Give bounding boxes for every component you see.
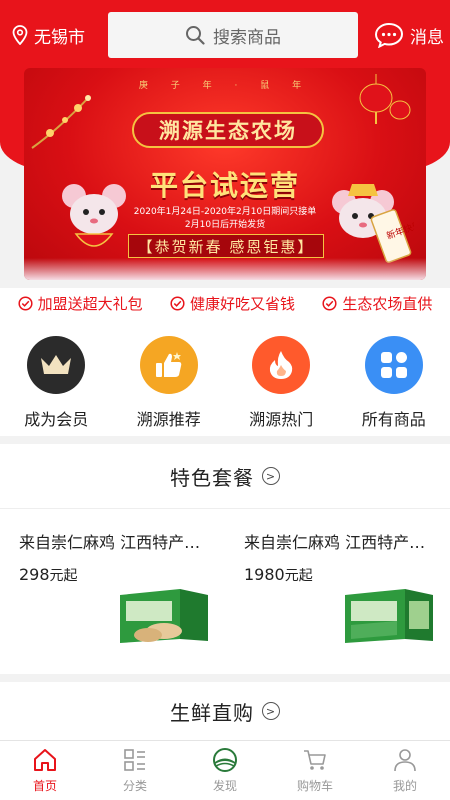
tab-label: 分类 bbox=[122, 779, 147, 793]
fresh-title-row[interactable]: 生鲜直购 > bbox=[0, 682, 450, 740]
package-price: 298元起 bbox=[19, 565, 225, 585]
tab-category[interactable]: 分类 bbox=[90, 741, 180, 800]
package-price-value: 1980 bbox=[244, 565, 285, 584]
promo-banner[interactable]: 庚 子 年 · 鼠 年 溯源生态农场 平台试运营 2020年1月24日-2020… bbox=[24, 68, 426, 280]
featured-title: 特色套餐 bbox=[170, 465, 254, 490]
grid-icon bbox=[380, 352, 407, 378]
gift-box-image bbox=[345, 589, 433, 643]
category-label: 溯源热门 bbox=[249, 410, 314, 429]
check-circle-icon bbox=[18, 295, 33, 311]
banner-slogan: 【恭贺新春 感恩钜惠】 bbox=[128, 234, 324, 258]
category-recommend[interactable]: 溯源推荐 bbox=[119, 336, 219, 436]
featured-title-row[interactable]: 特色套餐 > bbox=[0, 444, 450, 508]
category-icon-circle bbox=[27, 336, 86, 394]
benefit-item: 健康好吃又省钱 bbox=[170, 293, 295, 314]
user-icon bbox=[394, 749, 416, 772]
mouse-mascot-right: 新年快乐 bbox=[332, 184, 414, 263]
category-label: 所有商品 bbox=[361, 410, 426, 429]
fresh-section-header: 生鲜直购 > bbox=[0, 682, 450, 740]
featured-section-header: 特色套餐 > bbox=[0, 444, 450, 508]
top-bar: 无锡市 搜索商品 消息 bbox=[0, 8, 450, 62]
location-pin-icon bbox=[12, 25, 28, 45]
check-circle-icon bbox=[170, 295, 185, 311]
package-card[interactable]: 来自崇仁麻鸡 江西特产… 1980元起 bbox=[225, 509, 450, 675]
package-name: 来自崇仁麻鸡 江西特产… bbox=[19, 533, 201, 552]
messages-button[interactable]: 消息 bbox=[374, 22, 444, 48]
home-icon bbox=[34, 749, 56, 771]
crown-icon bbox=[41, 355, 72, 374]
category-label: 溯源推荐 bbox=[136, 410, 201, 429]
benefit-label: 健康好吃又省钱 bbox=[189, 294, 295, 313]
package-name: 来自崇仁麻鸡 江西特产… bbox=[244, 533, 426, 552]
benefit-label: 生态农场直供 bbox=[342, 294, 433, 313]
category-icon-circle bbox=[139, 336, 198, 394]
chat-bubble-icon bbox=[374, 22, 404, 48]
fresh-title: 生鲜直购 bbox=[170, 700, 254, 725]
cart-icon bbox=[304, 750, 326, 770]
benefit-item: 生态农场直供 bbox=[322, 293, 432, 314]
chevron-right-icon: > bbox=[262, 702, 280, 720]
tab-label: 购物车 bbox=[296, 779, 333, 793]
benefit-item: 加盟送超大礼包 bbox=[18, 293, 143, 314]
check-circle-icon bbox=[322, 295, 337, 311]
banner-plaque: 溯源生态农场 bbox=[132, 112, 324, 148]
package-list: 来自崇仁麻鸡 江西特产… 298元起 来自崇仁麻鸡 江西特产… 1980元起 bbox=[0, 508, 450, 674]
search-placeholder: 搜索商品 bbox=[213, 27, 281, 48]
lantern-icon bbox=[359, 74, 411, 124]
category-label: 成为会员 bbox=[24, 410, 89, 429]
tab-cart[interactable]: 购物车 bbox=[270, 741, 360, 800]
flame-icon bbox=[270, 351, 293, 379]
discover-icon bbox=[213, 748, 237, 772]
search-input[interactable]: 搜索商品 bbox=[108, 12, 358, 58]
package-price-unit: 元起 bbox=[49, 568, 78, 584]
search-icon bbox=[186, 26, 205, 45]
chevron-right-icon: > bbox=[262, 467, 280, 485]
package-price: 1980元起 bbox=[244, 565, 450, 585]
thumbs-up-icon bbox=[155, 352, 181, 377]
package-card[interactable]: 来自崇仁麻鸡 江西特产… 298元起 bbox=[0, 509, 225, 675]
benefit-label: 加盟送超大礼包 bbox=[37, 294, 143, 313]
tab-discover[interactable]: 发现 bbox=[180, 741, 270, 800]
city-label: 无锡市 bbox=[34, 27, 85, 48]
mouse-mascot-left bbox=[62, 184, 126, 247]
tab-profile[interactable]: 我的 bbox=[360, 741, 450, 800]
category-grid: 成为会员 溯源推荐 溯源热门 所有商品 bbox=[0, 318, 450, 436]
category-all-products[interactable]: 所有商品 bbox=[344, 336, 444, 436]
gift-box-image bbox=[120, 589, 208, 643]
category-icon-circle bbox=[364, 336, 423, 394]
tab-label: 我的 bbox=[392, 779, 417, 793]
messages-label: 消息 bbox=[410, 27, 444, 48]
category-hot[interactable]: 溯源热门 bbox=[231, 336, 331, 436]
package-price-value: 298 bbox=[19, 565, 50, 584]
category-icon bbox=[124, 749, 145, 771]
package-price-unit: 元起 bbox=[284, 568, 313, 584]
bottom-tab-bar: 首页 分类 发现 购物车 我的 bbox=[0, 740, 450, 800]
tab-label: 发现 bbox=[212, 779, 237, 793]
category-member[interactable]: 成为会员 bbox=[6, 336, 106, 436]
benefits-strip: 加盟送超大礼包 健康好吃又省钱 生态农场直供 bbox=[0, 288, 450, 318]
banner-cloud-decoration bbox=[24, 258, 426, 280]
tab-label: 首页 bbox=[32, 779, 57, 793]
location-selector[interactable]: 无锡市 bbox=[0, 23, 108, 48]
tab-home[interactable]: 首页 bbox=[0, 741, 90, 800]
plum-blossom-decoration bbox=[31, 95, 91, 149]
category-icon-circle bbox=[252, 336, 311, 394]
